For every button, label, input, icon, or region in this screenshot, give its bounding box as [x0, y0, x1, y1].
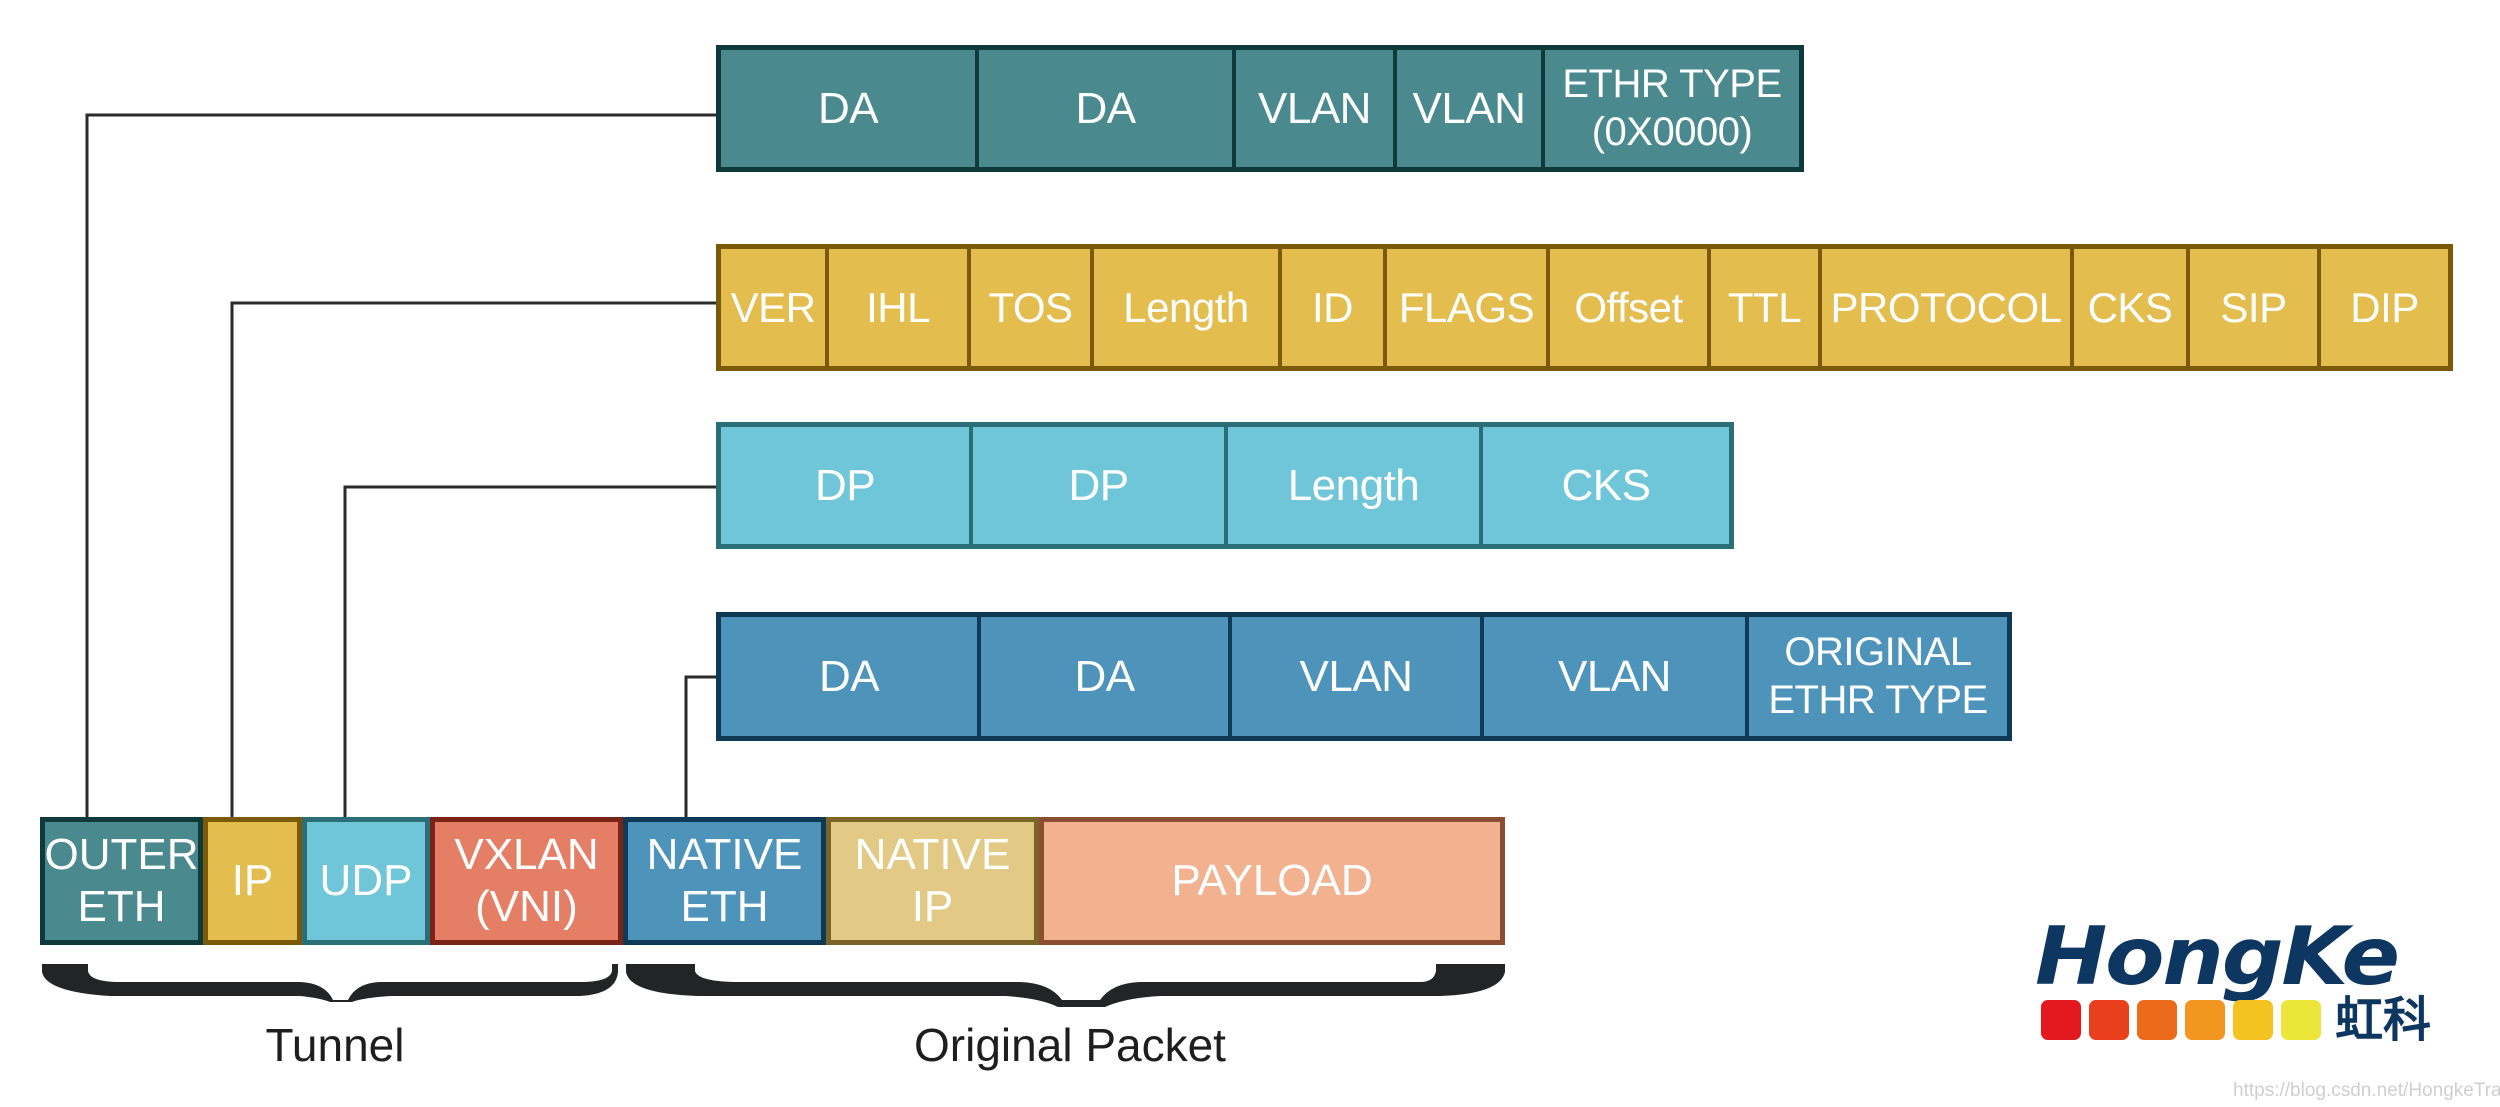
logo-chinese-text: 虹科 — [2335, 992, 2432, 1048]
ip-field-dip: DIP — [2350, 283, 2419, 331]
connector-outer-eth — [85, 113, 716, 817]
ip-field-ttl: TTL — [1711, 249, 1822, 366]
inner-eth-field-vlan: VLAN — [1484, 617, 1749, 736]
ip-field-flags: FLAGS — [1387, 249, 1550, 366]
ip-field-id: ID — [1282, 249, 1387, 366]
logo-square-icon — [2233, 1000, 2273, 1040]
udp-field-dp: DP — [721, 427, 973, 544]
ip-field-sip: SIP — [2190, 249, 2321, 366]
ip-field-length: Length — [1094, 249, 1282, 366]
outer-ip-header-row: VER IHL TOS Length ID FLAGS Offset TTL P… — [716, 244, 2453, 371]
packet-segment-native-eth: NATIVE ETH — [623, 817, 826, 945]
outer-eth-field-vlan: VLAN — [1236, 50, 1397, 167]
connector-inner-eth — [684, 675, 716, 817]
udp-field-dp: DP — [973, 427, 1228, 544]
inner-eth-field-da: DA — [721, 617, 981, 736]
ip-field-offset: Offset — [1550, 249, 1711, 366]
udp-field-cks: CKS — [1561, 460, 1651, 510]
ip-field-protocol: PROTOCOL — [1822, 249, 2074, 366]
udp-field-length: Length — [1228, 427, 1483, 544]
udp-header-row: DP DP Length CKS — [716, 422, 1734, 549]
logo-square-icon — [2185, 1000, 2225, 1040]
ip-field-cks: CKS — [2074, 249, 2190, 366]
outer-eth-header-row: DA DA VLAN VLAN ETHR TYPE (0X0000) — [716, 45, 1804, 172]
ip-field-ver: VER — [721, 249, 829, 366]
packet-segment-ip: IP — [203, 817, 302, 945]
packet-segment-udp: UDP — [302, 817, 430, 945]
packet-segment-outer-eth: OUTER ETH — [40, 817, 203, 945]
outer-eth-field-ethertype: ETHR TYPE (0X0000) — [1562, 62, 1782, 154]
outer-eth-field-da: DA — [721, 50, 979, 167]
outer-eth-field-vlan: VLAN — [1397, 50, 1545, 167]
logo-square-icon — [2137, 1000, 2177, 1040]
outer-eth-field-da: DA — [979, 50, 1236, 167]
logo-brand-text: HongKe — [2035, 910, 2400, 1003]
vxlan-packet-bar: OUTER ETH IP UDP VXLAN (VNI) NATIVE ETH … — [40, 817, 1505, 945]
packet-segment-vxlan-vni: VXLAN (VNI) — [430, 817, 623, 945]
connector-outer-ip — [230, 301, 716, 817]
ip-field-ihl: IHL — [829, 249, 971, 366]
tunnel-label: Tunnel — [265, 1019, 405, 1071]
hongke-logo: HongKe 虹科 — [2035, 912, 2435, 1047]
inner-eth-field-original-ethertype: ORIGINAL ETHR TYPE — [1768, 630, 1988, 722]
inner-eth-field-da: DA — [981, 617, 1232, 736]
original-packet-label: Original Packet — [914, 1019, 1226, 1071]
inner-eth-header-row: DA DA VLAN VLAN ORIGINAL ETHR TYPE — [716, 612, 2012, 741]
ip-field-tos: TOS — [971, 249, 1094, 366]
connector-udp — [343, 485, 716, 817]
logo-square-icon — [2089, 1000, 2129, 1040]
inner-eth-field-vlan: VLAN — [1232, 617, 1484, 736]
logo-square-icon — [2041, 1000, 2081, 1040]
logo-square-icon — [2281, 1000, 2321, 1040]
packet-segment-native-ip: NATIVE IP — [826, 817, 1039, 945]
original-packet-brace — [626, 964, 1505, 1007]
packet-segment-payload: PAYLOAD — [1039, 817, 1505, 945]
watermark-url: https://blog.csdn.net/HongkeTraining — [2233, 1080, 2500, 1101]
tunnel-brace — [42, 964, 618, 1002]
